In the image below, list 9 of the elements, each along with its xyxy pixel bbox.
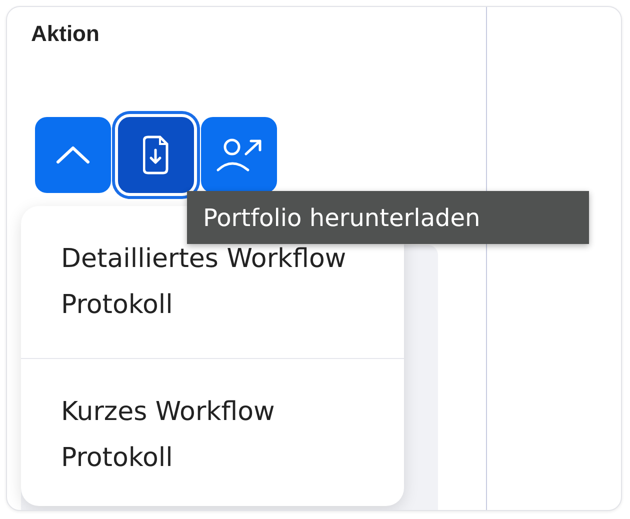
user-arrow-icon [216, 137, 262, 173]
column-header: Aktion [31, 21, 100, 47]
menu-item[interactable]: Kurzes Workflow Protokoll [21, 389, 404, 481]
file-download-icon [143, 135, 169, 175]
chevron-up-icon [56, 145, 90, 165]
download-button[interactable] [118, 117, 194, 193]
tooltip: Portfolio herunterladen [187, 191, 589, 244]
collapse-button[interactable] [35, 117, 111, 193]
assign-button[interactable] [201, 117, 277, 193]
